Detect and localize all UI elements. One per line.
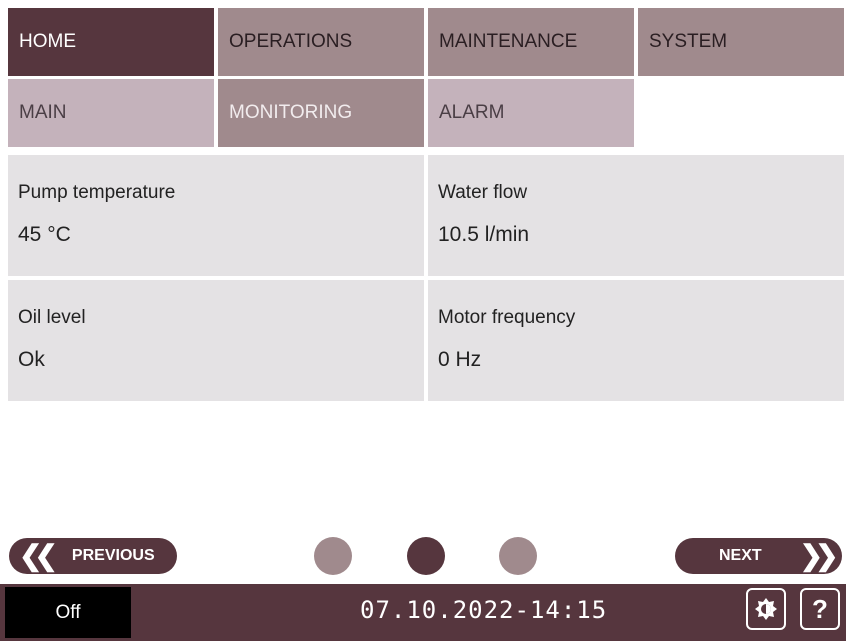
tab-operations[interactable]: OPERATIONS (218, 8, 424, 76)
next-button[interactable]: NEXT ❯❯ (675, 538, 842, 574)
previous-button[interactable]: ❮❮ PREVIOUS (9, 538, 177, 574)
oil-level-cell: Oil level Ok (8, 280, 424, 401)
tab-home-label: HOME (19, 31, 76, 52)
subtab-alarm[interactable]: ALARM (428, 79, 634, 147)
datetime-display: 07.10.2022-14:15 (360, 596, 608, 624)
subtab-main[interactable]: MAIN (8, 79, 214, 147)
oil-level-label: Oil level (18, 307, 86, 328)
tab-maintenance[interactable]: MAINTENANCE (428, 8, 634, 76)
motor-frequency-cell: Motor frequency 0 Hz (428, 280, 844, 401)
subtab-alarm-label: ALARM (439, 102, 505, 123)
previous-label: PREVIOUS (71, 547, 155, 564)
pump-temperature-value: 45 °C (18, 223, 71, 246)
water-flow-cell: Water flow 10.5 l/min (428, 155, 844, 276)
tab-maintenance-label: MAINTENANCE (439, 31, 578, 52)
page-dot-3[interactable] (499, 537, 537, 575)
status-indicator: Off (5, 587, 131, 638)
status-text: Off (55, 601, 81, 623)
tab-system[interactable]: SYSTEM (638, 8, 844, 76)
tab-home[interactable]: HOME (8, 8, 214, 76)
water-flow-label: Water flow (438, 182, 528, 203)
tab-operations-label: OPERATIONS (229, 31, 353, 52)
subtab-main-label: MAIN (19, 102, 67, 123)
subtab-monitoring-label: MONITORING (229, 102, 353, 123)
oil-level-value: Ok (18, 348, 45, 371)
double-chevron-right-icon: ❯❯ (799, 540, 839, 571)
tab-system-label: SYSTEM (649, 31, 728, 52)
subtab-monitoring[interactable]: MONITORING (218, 79, 424, 147)
motor-frequency-value: 0 Hz (438, 348, 482, 371)
status-bar: Off 07.10.2022-14:15 ? (0, 584, 846, 641)
double-chevron-left-icon: ❮❮ (19, 540, 58, 571)
display-settings-button[interactable] (746, 588, 786, 630)
page-dot-2[interactable] (407, 537, 445, 575)
next-label: NEXT (719, 547, 762, 564)
pump-temperature-label: Pump temperature (18, 182, 176, 203)
pump-temperature-cell: Pump temperature 45 °C (8, 155, 424, 276)
help-button[interactable]: ? (800, 588, 840, 630)
page-dot-1[interactable] (314, 537, 352, 575)
water-flow-value: 10.5 l/min (438, 223, 530, 246)
brightness-icon (755, 598, 777, 620)
motor-frequency-label: Motor frequency (438, 307, 576, 328)
help-icon: ? (812, 593, 828, 624)
